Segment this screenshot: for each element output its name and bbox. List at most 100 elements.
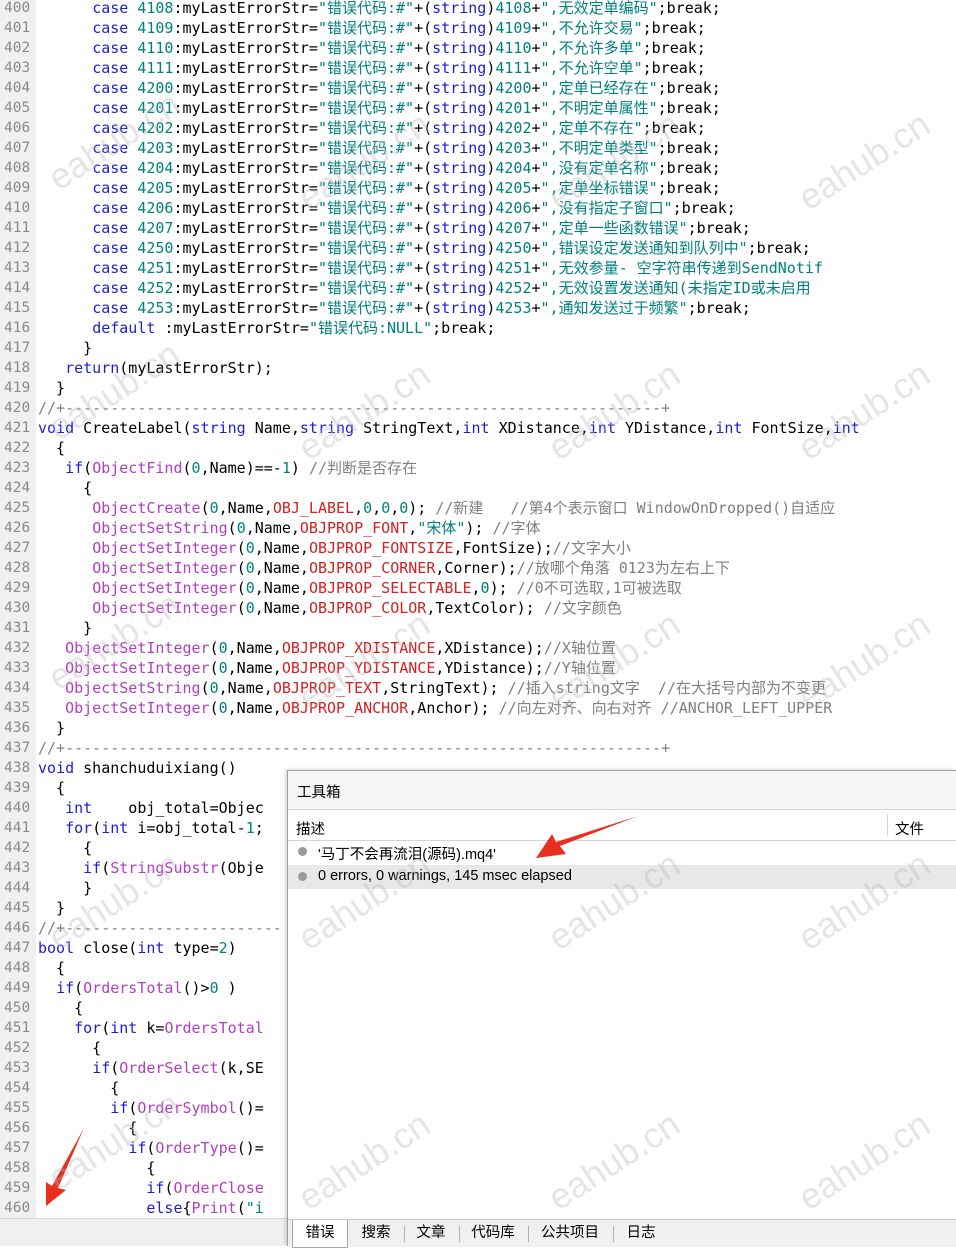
message-row[interactable]: 0 errors, 0 warnings, 145 msec elapsed [288,865,956,889]
code-text: case 4202:myLastErrorStr="错误代码:#"+(strin… [92,119,706,137]
code-text: { [38,1159,156,1177]
code-text: default :myLastErrorStr="错误代码:NULL";brea… [92,319,496,337]
code-text: case 4204:myLastErrorStr="错误代码:#"+(strin… [92,159,721,177]
line-number: 442 [0,838,36,858]
line-number: 457 [0,1138,36,1158]
line-number: 437 [0,738,36,758]
code-text: if(OrderClose [146,1179,264,1197]
code-text: case 4251:myLastErrorStr="错误代码:#"+(strin… [92,259,823,277]
toolbox-column-header: 描述 文件 [288,809,956,841]
line-number: 454 [0,1078,36,1098]
line-number: 405 [0,98,36,118]
code-text: if(OrdersTotal()>0 ) [56,979,237,997]
code-text: { [38,479,93,497]
line-number: 458 [0,1158,36,1178]
code-text: { [38,1119,138,1137]
message-row[interactable]: '马丁不会再流泪(源码).mq4' [288,840,956,864]
tab-separator [404,1226,405,1242]
code-text: case 4206:myLastErrorStr="错误代码:#"+(strin… [92,199,736,217]
tab-separator [459,1226,460,1242]
code-text: //+-------------------------------------… [38,739,671,757]
line-number: 439 [0,778,36,798]
toolbox-title-bar: 工具箱 [288,771,956,809]
line-number: 448 [0,958,36,978]
code-text: for(int i=obj_total-1; [65,819,264,837]
line-number: 413 [0,258,36,278]
line-number: 418 [0,358,36,378]
code-text: case 4205:myLastErrorStr="错误代码:#"+(strin… [92,179,721,197]
line-number: 407 [0,138,36,158]
code-text: } [38,719,66,737]
line-number: 410 [0,198,36,218]
message-text: 0 errors, 0 warnings, 145 msec elapsed [318,868,572,884]
line-number: 428 [0,558,36,578]
info-dot-icon [298,872,307,881]
code-text: if(OrderSelect(k,SE [92,1059,264,1077]
line-number: 455 [0,1098,36,1118]
line-number: 417 [0,338,36,358]
line-number: 404 [0,78,36,98]
code-text: case 4111:myLastErrorStr="错误代码:#"+(strin… [92,59,706,77]
line-number: 401 [0,18,36,38]
line-number: 411 [0,218,36,238]
code-text: //+-------------------------------------… [38,399,671,417]
toolbox-title: 工具箱 [297,785,341,801]
line-number: 415 [0,298,36,318]
line-number: 445 [0,898,36,918]
tab-search[interactable]: 搜索 [350,1220,402,1247]
line-number: 438 [0,758,36,778]
tab-journal[interactable]: 日志 [615,1220,667,1247]
line-number: 414 [0,278,36,298]
line-number: 409 [0,178,36,198]
tab-errors[interactable]: 错误 [292,1220,348,1248]
code-text: ObjectSetInteger(0,Name,OBJPROP_CORNER,C… [92,559,730,577]
code-text: { [38,959,66,977]
line-number: 423 [0,458,36,478]
code-text: { [38,999,84,1017]
toolbox-panel: 工具箱 描述 文件 '马丁不会再流泪(源码).mq4' 0 errors, 0 … [287,770,956,1248]
tab-public-projects[interactable]: 公共项目 [530,1220,610,1247]
code-text: { [38,439,66,457]
code-text: case 4109:myLastErrorStr="错误代码:#"+(strin… [92,19,706,37]
code-text: int obj_total=Objec [65,799,264,817]
code-text: case 4108:myLastErrorStr="错误代码:#"+(strin… [92,0,721,17]
line-number: 408 [0,158,36,178]
line-number: 452 [0,1038,36,1058]
code-text: case 4253:myLastErrorStr="错误代码:#"+(strin… [92,299,751,317]
column-divider[interactable] [887,814,888,836]
line-number: 432 [0,638,36,658]
line-number: 419 [0,378,36,398]
code-text: if(OrderSymbol()= [110,1099,264,1117]
code-text: } [38,379,66,397]
line-number: 449 [0,978,36,998]
line-number: 435 [0,698,36,718]
code-text: case 4110:myLastErrorStr="错误代码:#"+(strin… [92,39,706,57]
line-number: 446 [0,918,36,938]
code-text: ObjectSetInteger(0,Name,OBJPROP_FONTSIZE… [92,539,631,557]
tab-separator [528,1226,529,1242]
line-number: 430 [0,598,36,618]
code-text: } [38,619,93,637]
column-description[interactable]: 描述 [296,818,325,839]
code-text: void shanchuduixiang() [38,759,237,777]
line-number: 451 [0,1018,36,1038]
line-number: 429 [0,578,36,598]
code-text: ObjectSetInteger(0,Name,OBJPROP_XDISTANC… [65,639,616,657]
code-text: { [38,1079,120,1097]
line-number: 416 [0,318,36,338]
code-text: { [38,779,66,797]
code-text: { [38,1039,102,1057]
line-number: 426 [0,518,36,538]
code-text: ObjectSetInteger(0,Name,OBJPROP_COLOR,Te… [92,599,622,617]
code-text: ObjectSetInteger(0,Name,OBJPROP_YDISTANC… [65,659,616,677]
line-number: 444 [0,878,36,898]
code-text: else{Print("i [146,1199,264,1217]
column-file[interactable]: 文件 [895,818,924,839]
line-number: 402 [0,38,36,58]
tab-codebase[interactable]: 代码库 [461,1220,525,1247]
code-text: ObjectSetInteger(0,Name,OBJPROP_SELECTAB… [92,579,682,597]
message-text: '马丁不会再流泪(源码).mq4' [318,847,496,863]
line-number: 425 [0,498,36,518]
tab-articles[interactable]: 文章 [406,1220,456,1247]
line-number: 431 [0,618,36,638]
